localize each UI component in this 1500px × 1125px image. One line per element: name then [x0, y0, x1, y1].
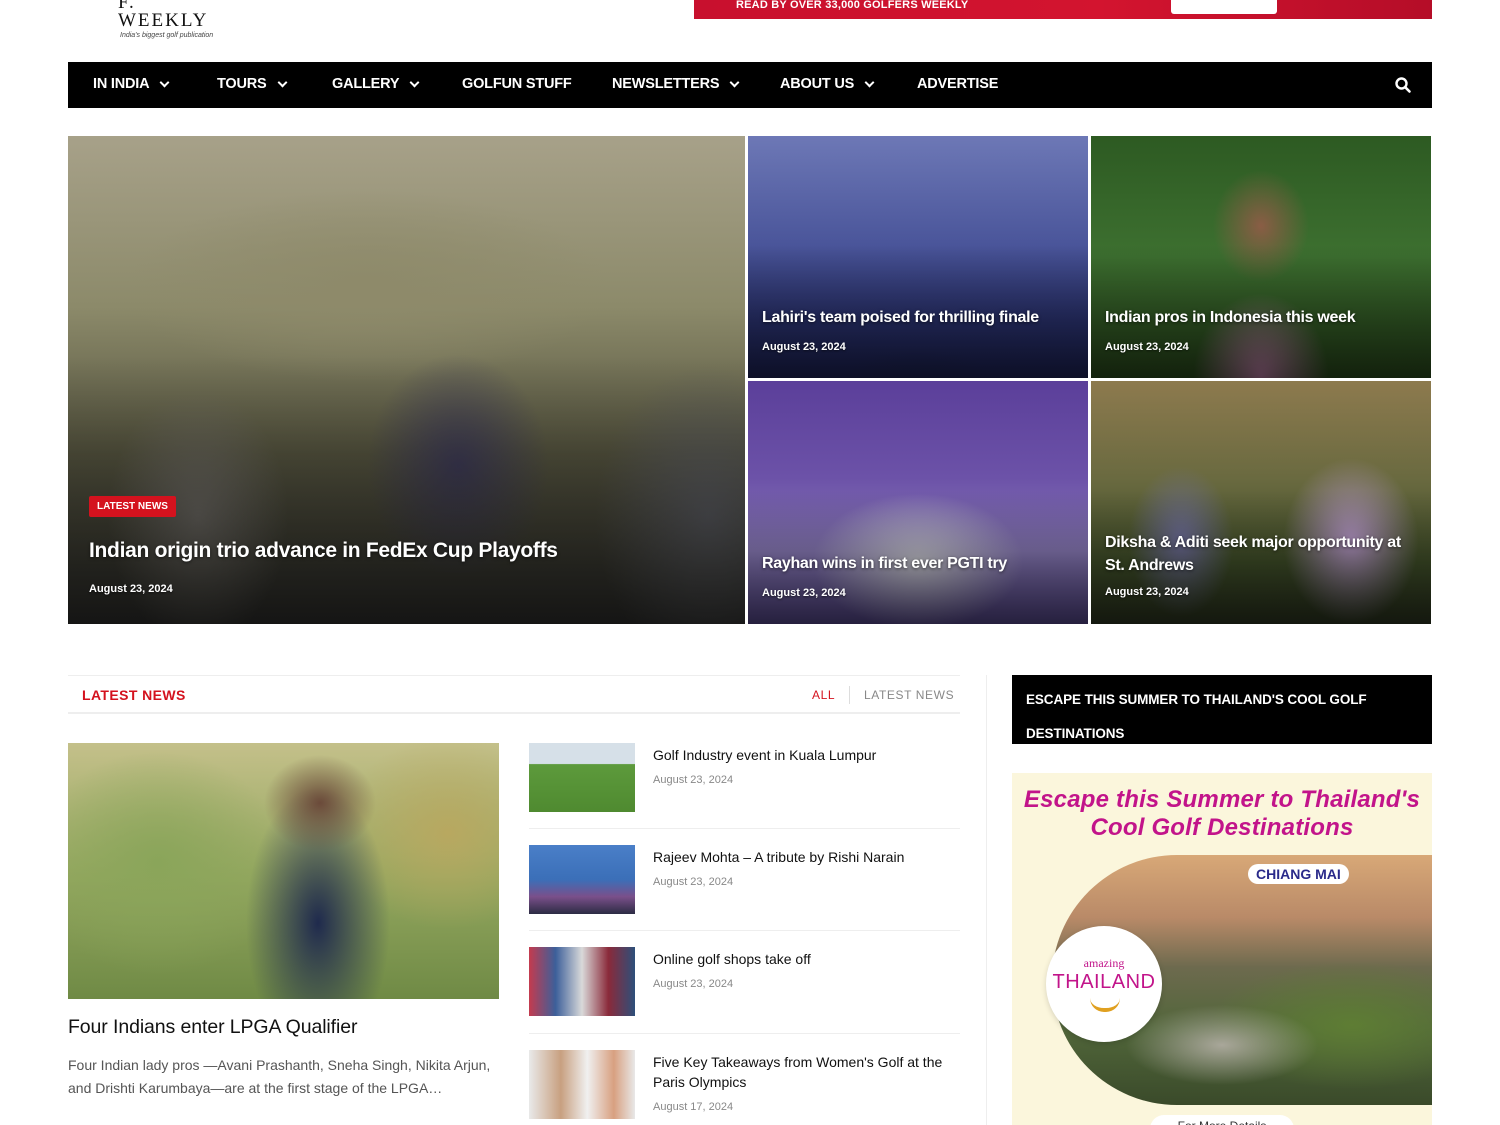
hero-tile-date: August 23, 2024	[1105, 341, 1189, 353]
featured-article-excerpt: Four Indian lady pros —Avani Prashanth, …	[68, 1057, 491, 1096]
chevron-down-icon	[864, 77, 875, 87]
ad-headline: Escape this Summer to Thailand's Cool Go…	[1012, 786, 1432, 842]
sidebar-heading: ESCAPE THIS SUMMER TO THAILAND'S COOL GO…	[1026, 692, 1367, 741]
nav-item-tours[interactable]: TOURS	[217, 76, 287, 92]
list-item-title[interactable]: Rajeev Mohta – A tribute by Rishi Narain	[653, 847, 953, 867]
featured-article-image[interactable]	[68, 743, 499, 999]
nav-label: GOLFUN STUFF	[462, 76, 572, 92]
category-badge[interactable]: LATEST NEWS	[89, 496, 176, 517]
chevron-down-icon	[729, 77, 740, 87]
tab-separator	[849, 686, 850, 704]
ad-location-chip: CHIANG MAI	[1248, 864, 1349, 884]
hero-tile-date: August 23, 2024	[1105, 586, 1189, 598]
amazing-thailand-logo: amazing THAILAND	[1046, 926, 1162, 1042]
top-banner-button[interactable]	[1171, 0, 1277, 14]
nav-label: GALLERY	[332, 76, 400, 92]
hero-main-article[interactable]: LATEST NEWS Indian origin trio advance i…	[68, 136, 745, 624]
list-divider	[529, 1033, 960, 1034]
chevron-down-icon	[277, 77, 287, 87]
list-item-date: August 23, 2024	[653, 774, 734, 786]
list-divider	[529, 828, 960, 829]
list-item[interactable]: Online golf shops take off August 23, 20…	[529, 947, 960, 1037]
top-ad-banner[interactable]: READ BY OVER 33,000 GOLFERS WEEKLY	[694, 0, 1432, 19]
main-nav: IN INDIA TOURS GALLERY GOLFUN STUFF NEWS…	[68, 62, 1432, 108]
hero-tile-date: August 23, 2024	[762, 341, 846, 353]
nav-label: IN INDIA	[93, 76, 150, 92]
hero-main-title[interactable]: Indian origin trio advance in FedEx Cup …	[89, 539, 558, 563]
list-item-date: August 23, 2024	[653, 978, 734, 990]
list-divider	[529, 930, 960, 931]
tab-latest-news[interactable]: LATEST NEWS	[864, 688, 954, 702]
section-title: LATEST NEWS	[82, 687, 186, 703]
hero-tile-date: August 23, 2024	[762, 587, 846, 599]
list-item-title[interactable]: Golf Industry event in Kuala Lumpur	[653, 745, 953, 765]
nav-item-advertise[interactable]: ADVERTISE	[917, 76, 998, 92]
nav-label: TOURS	[217, 76, 267, 92]
article-thumbnail[interactable]	[529, 947, 635, 1016]
logo-wordmark: F. WEEKLY	[118, 0, 209, 31]
list-item-title[interactable]: Five Key Takeaways from Women's Golf at …	[653, 1052, 953, 1092]
nav-item-about-us[interactable]: ABOUT US	[780, 76, 875, 92]
ad-brand-big: THAILAND	[1052, 971, 1156, 993]
list-item[interactable]: Five Key Takeaways from Women's Golf at …	[529, 1050, 960, 1122]
nav-item-golfun-stuff[interactable]: GOLFUN STUFF	[462, 76, 572, 92]
nav-item-newsletters[interactable]: NEWSLETTERS	[612, 76, 740, 92]
top-banner-text: READ BY OVER 33,000 GOLFERS WEEKLY	[736, 0, 969, 11]
ad-brand-small: amazing	[1083, 956, 1125, 970]
list-item-title[interactable]: Online golf shops take off	[653, 949, 953, 969]
hero-tile-lahiri[interactable]: Lahiri's team poised for thrilling final…	[748, 136, 1088, 378]
article-thumbnail[interactable]	[529, 1050, 635, 1119]
list-item[interactable]: Rajeev Mohta – A tribute by Rishi Narain…	[529, 845, 960, 935]
ad-more-details-button[interactable]: For More Details	[1150, 1115, 1294, 1125]
tab-all[interactable]: ALL	[812, 688, 835, 702]
chevron-down-icon	[409, 77, 420, 87]
search-icon[interactable]	[1394, 76, 1412, 94]
hero-tile-title[interactable]: Diksha & Aditi seek major opportunity at…	[1105, 531, 1417, 577]
column-divider	[986, 675, 987, 1125]
hero-tile-title[interactable]: Indian pros in Indonesia this week	[1105, 309, 1417, 327]
latest-news-header: LATEST NEWS ALL LATEST NEWS	[68, 675, 960, 714]
logo-tagline: India's biggest golf publication	[120, 32, 214, 39]
thailand-ad-banner[interactable]: Escape this Summer to Thailand's Cool Go…	[1012, 773, 1432, 1125]
nav-item-in-india[interactable]: IN INDIA	[93, 76, 170, 92]
hero-tile-title[interactable]: Lahiri's team poised for thrilling final…	[762, 309, 1074, 327]
nav-label: NEWSLETTERS	[612, 76, 720, 92]
nav-label: ADVERTISE	[917, 76, 999, 92]
site-logo[interactable]: F. WEEKLY India's biggest golf publicati…	[118, 0, 228, 39]
nav-label: ABOUT US	[780, 76, 855, 92]
hero-tile-title[interactable]: Rayhan wins in first ever PGTI try	[762, 555, 1074, 573]
article-thumbnail[interactable]	[529, 845, 635, 914]
featured-article-title[interactable]: Four Indians enter LPGA Qualifier	[68, 1016, 357, 1039]
article-thumbnail[interactable]	[529, 743, 635, 812]
ad-headline-line2: Cool Golf Destinations	[1090, 814, 1354, 841]
nav-item-gallery[interactable]: GALLERY	[332, 76, 420, 92]
hero-tile-rayhan[interactable]: Rayhan wins in first ever PGTI try Augus…	[748, 381, 1088, 624]
smile-logo-icon	[1090, 998, 1120, 1012]
sidebar-widget-title[interactable]: ESCAPE THIS SUMMER TO THAILAND'S COOL GO…	[1012, 675, 1432, 744]
hero-main-date: August 23, 2024	[89, 583, 173, 595]
chevron-down-icon	[159, 77, 170, 87]
list-item-date: August 17, 2024	[653, 1101, 734, 1113]
list-item[interactable]: Golf Industry event in Kuala Lumpur Augu…	[529, 743, 960, 833]
ad-headline-line1: Escape this Summer to Thailand's	[1023, 786, 1421, 813]
hero-tile-diksha-aditi[interactable]: Diksha & Aditi seek major opportunity at…	[1091, 381, 1431, 624]
hero-tile-indonesia[interactable]: Indian pros in Indonesia this week Augus…	[1091, 136, 1431, 378]
list-item-date: August 23, 2024	[653, 876, 734, 888]
